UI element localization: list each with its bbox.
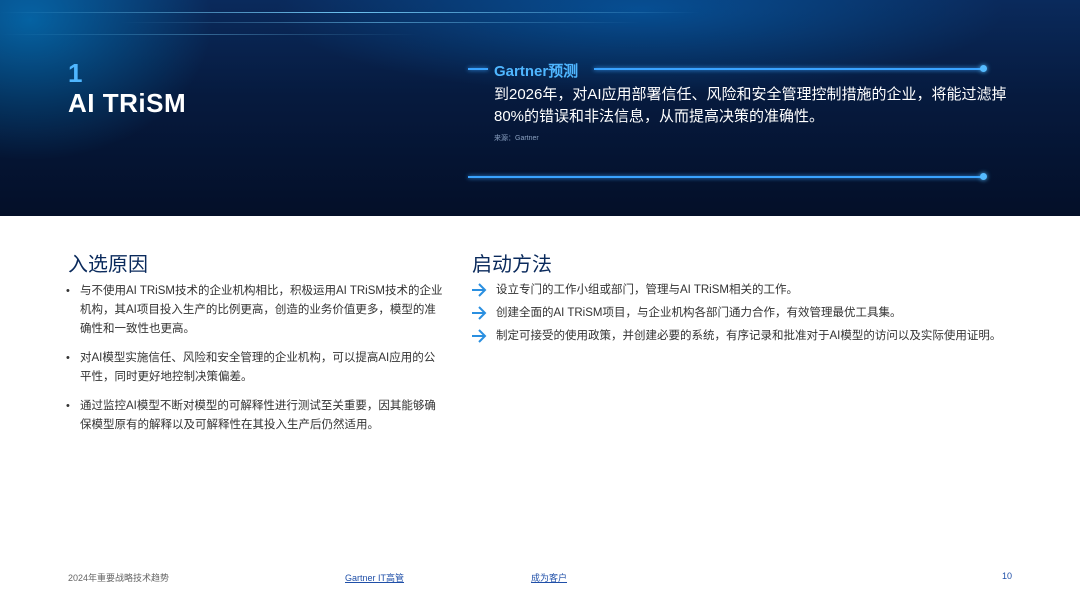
reasons-heading: 入选原因 (68, 254, 148, 276)
list-item: • 与不使用AI TRiSM技术的企业机构相比，积极运用AI TRiSM技术的企业… (66, 282, 446, 339)
light-streak (120, 22, 640, 23)
page-title: AI TRiSM (68, 88, 187, 118)
bullet-icon: • (66, 352, 70, 364)
section-number: 1 (68, 58, 83, 88)
reasons-list: • 与不使用AI TRiSM技术的企业机构相比，积极运用AI TRiSM技术的企业… (66, 282, 446, 445)
gartner-it-link[interactable]: Gartner IT高管 (345, 571, 404, 584)
list-item: 制定可接受的使用政策，并创建必要的系统，有序记录和批准对于AI模型的访问以及实际… (470, 327, 1060, 345)
hero-banner: 1 AI TRiSM Gartner预测 到2026年，对AI应用部署信任、风险… (0, 0, 1080, 216)
footer-doc-title: 2024年重要战略技术趋势 (68, 573, 170, 583)
quote-source: 来源：Gartner (494, 135, 539, 142)
quote-dot-icon (980, 65, 987, 72)
arrow-right-icon (472, 329, 487, 343)
steps-heading: 启动方法 (472, 254, 552, 276)
become-client-link[interactable]: 成为客户 (531, 571, 567, 584)
quote-divider-bottom (468, 176, 982, 178)
quote-text: 到2026年，对AI应用部署信任、风险和安全管理控制措施的企业，将能过滤掉80%… (494, 86, 1007, 125)
bullet-icon: • (66, 285, 70, 297)
quote-divider-top (594, 68, 982, 70)
list-item: • 通过监控AI模型不断对模型的可解释性进行测试至关重要，因其能够确保模型原有的解… (66, 397, 446, 435)
list-item: • 对AI模型实施信任、风险和安全管理的企业机构，可以提高AI应用的公平性，同时更… (66, 349, 446, 387)
page-number: 10 (1002, 571, 1013, 581)
quote-label: Gartner预测 (494, 63, 579, 80)
steps-list: 设立专门的工作小组或部门，管理与AI TRiSM相关的工作。 创建全面的AI T… (470, 281, 1060, 350)
arrow-right-icon (472, 306, 487, 320)
list-item: 创建全面的AI TRiSM项目，与企业机构各部门通力合作，有效管理最优工具集。 (470, 304, 1060, 322)
bullet-icon: • (66, 400, 70, 412)
quote-dot-icon (980, 173, 987, 180)
arrow-right-icon (472, 283, 487, 297)
quote-divider-left (468, 68, 488, 70)
light-streak (0, 34, 420, 35)
light-streak (0, 12, 700, 13)
list-item: 设立专门的工作小组或部门，管理与AI TRiSM相关的工作。 (470, 281, 1060, 299)
